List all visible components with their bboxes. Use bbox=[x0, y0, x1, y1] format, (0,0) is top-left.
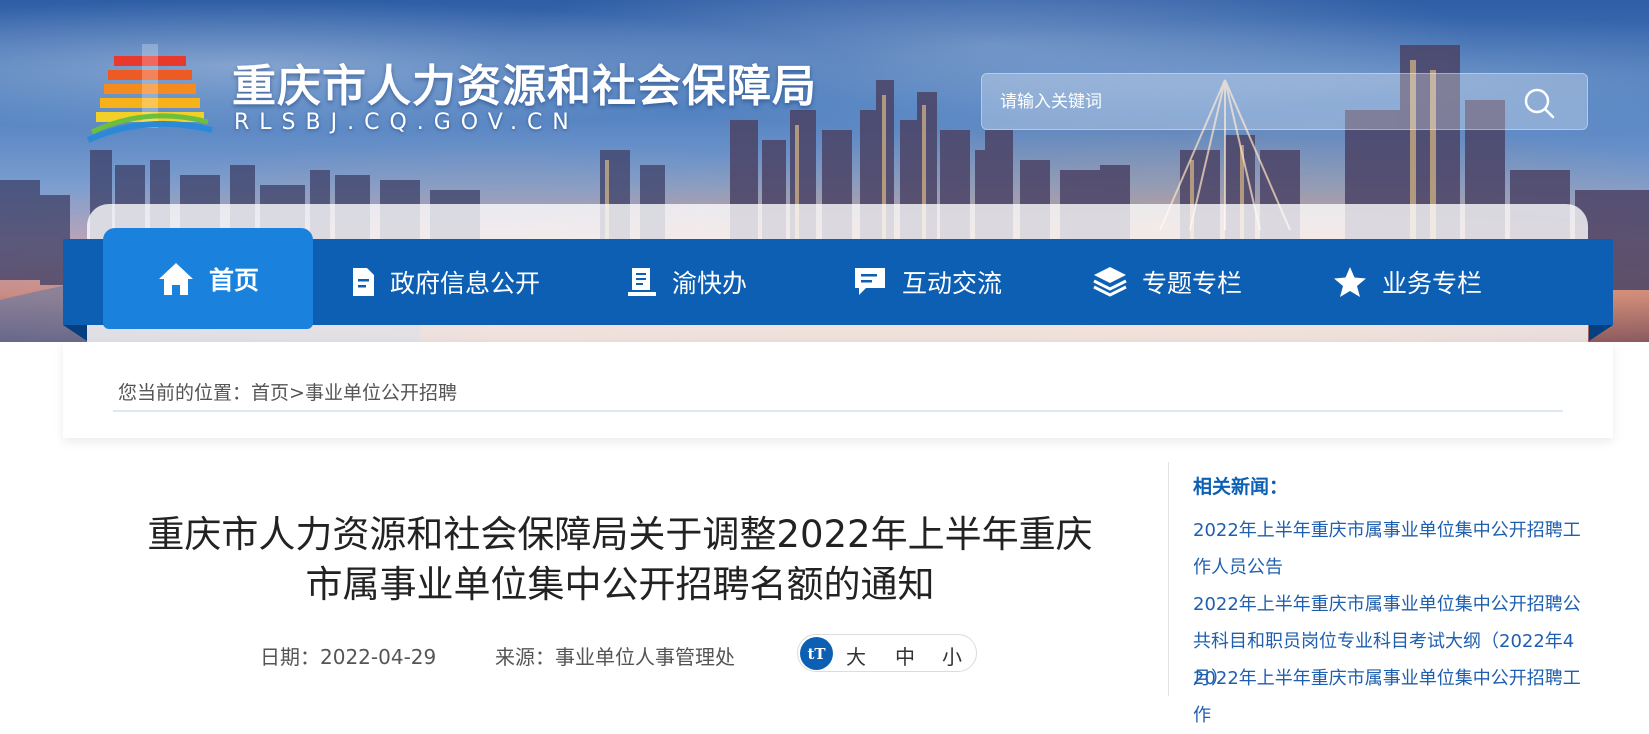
breadcrumb-home-link[interactable]: 首页 bbox=[251, 382, 289, 404]
nav-item-label: 业务专栏 bbox=[1382, 269, 1483, 298]
font-small-button[interactable]: 小 bbox=[942, 641, 962, 670]
document-icon bbox=[353, 268, 374, 296]
nav-item-label: 渝快办 bbox=[672, 269, 748, 298]
nav-fold-left bbox=[63, 325, 87, 341]
article-title-line: 重庆市人力资源和社会保障局关于调整2022年上半年重庆 bbox=[147, 513, 1093, 556]
related-news-link[interactable]: 2022年上半年重庆市属事业单位集中公开招聘工作 bbox=[1193, 660, 1593, 734]
home-icon bbox=[158, 262, 193, 295]
nav-item-label: 首页 bbox=[208, 265, 259, 295]
article-date: 日期：2022-04-29 bbox=[260, 645, 437, 669]
nav-item-label: 政府信息公开 bbox=[390, 269, 541, 298]
related-news-heading: 相关新闻： bbox=[1193, 476, 1289, 498]
font-medium-button[interactable]: 中 bbox=[895, 641, 915, 670]
nav-fold-right bbox=[1589, 325, 1613, 341]
nav-item-gov-info[interactable]: 政府信息公开 bbox=[350, 239, 540, 325]
sidebar-divider bbox=[1168, 462, 1169, 696]
star-icon bbox=[1334, 267, 1366, 297]
breadcrumb-current-link[interactable]: 事业单位公开招聘 bbox=[305, 382, 457, 404]
book-icon bbox=[628, 268, 656, 296]
nav-item-home[interactable]: 首页 bbox=[103, 228, 313, 329]
font-size-switcher: tT 大 中 小 bbox=[797, 634, 977, 672]
article-title-line: 市属事业单位集中公开招聘名额的通知 bbox=[305, 563, 935, 606]
breadcrumb-divider bbox=[113, 410, 1563, 412]
search-input[interactable] bbox=[1000, 74, 1500, 129]
article-title: 重庆市人力资源和社会保障局关于调整2022年上半年重庆 市属事业单位集中公开招聘… bbox=[120, 510, 1120, 610]
font-size-icon: tT bbox=[800, 637, 833, 670]
site-domain: RLSBJ.CQ.GOV.CN bbox=[234, 110, 579, 135]
nav-item-business[interactable]: 业务专栏 bbox=[1332, 239, 1482, 325]
search-icon[interactable] bbox=[1522, 86, 1556, 120]
nav-item-yukuaiban[interactable]: 渝快办 bbox=[626, 239, 747, 325]
breadcrumb: 您当前的位置：首页>事业单位公开招聘 bbox=[118, 378, 457, 405]
related-news-link[interactable]: 2022年上半年重庆市属事业单位集中公开招聘工作人员公告 bbox=[1193, 512, 1593, 586]
breadcrumb-prefix: 您当前的位置： bbox=[118, 382, 252, 404]
site-title[interactable]: 重庆市人力资源和社会保障局 bbox=[232, 50, 817, 114]
nav-item-label: 互动交流 bbox=[902, 269, 1003, 298]
font-large-button[interactable]: 大 bbox=[846, 641, 866, 670]
search-bar bbox=[981, 73, 1588, 130]
chat-icon bbox=[855, 268, 885, 295]
nav-item-special-topics[interactable]: 专题专栏 bbox=[1092, 239, 1242, 325]
nav-item-interaction[interactable]: 互动交流 bbox=[852, 239, 1002, 325]
layers-icon bbox=[1093, 267, 1127, 297]
bureau-logo-icon bbox=[86, 44, 213, 143]
article-source: 来源：事业单位人事管理处 bbox=[495, 645, 735, 669]
breadcrumb-separator: > bbox=[289, 382, 305, 404]
nav-item-label: 专题专栏 bbox=[1142, 269, 1243, 298]
